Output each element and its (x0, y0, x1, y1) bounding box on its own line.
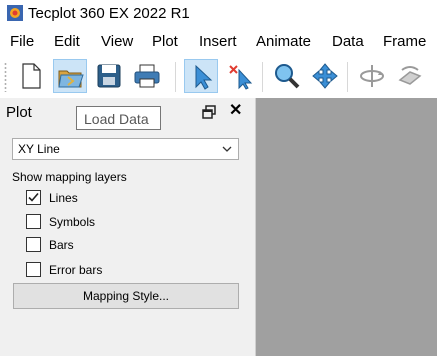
error-bars-label: Error bars (49, 263, 103, 277)
mapping-layers-label: Show mapping layers (12, 170, 127, 184)
new-layout-button[interactable] (14, 59, 48, 93)
plot-type-select[interactable]: XY Line (12, 138, 239, 160)
menu-insert[interactable]: Insert (199, 33, 237, 50)
load-data-button[interactable] (53, 59, 87, 93)
mapping-style-button[interactable]: Mapping Style... (13, 283, 239, 309)
rotate-3d-button[interactable] (393, 59, 427, 93)
adjustor-pointer-icon (229, 65, 253, 90)
error-bars-checkbox[interactable] (26, 262, 41, 277)
printer-icon (134, 64, 160, 88)
toolbar-separator (262, 62, 263, 92)
load-data-tooltip: Load Data (76, 106, 161, 130)
print-button[interactable] (130, 59, 164, 93)
close-icon[interactable]: ✕ (229, 103, 242, 119)
bars-label: Bars (49, 238, 74, 252)
toolbar-grip[interactable] (4, 62, 7, 92)
workspace-area[interactable] (256, 98, 437, 356)
move-arrows-icon (312, 63, 338, 89)
symbols-checkbox[interactable] (26, 214, 41, 229)
save-disk-icon (97, 64, 121, 88)
tooltip-text: Load Data (84, 111, 149, 127)
lines-label: Lines (49, 191, 78, 205)
menu-view[interactable]: View (101, 33, 133, 50)
menu-animate[interactable]: Animate (256, 33, 311, 50)
lines-checkbox[interactable] (26, 190, 41, 205)
toolbar-overflow[interactable] (428, 59, 437, 93)
toolbar (0, 56, 437, 98)
float-panel-icon[interactable] (202, 105, 216, 119)
plot-panel: Plot ✕ XY Line Show mapping layers Lines… (0, 98, 255, 356)
symbols-label: Symbols (49, 215, 96, 229)
window-title: Tecplot 360 EX 2022 R1 (28, 5, 190, 22)
menu-edit[interactable]: Edit (54, 33, 80, 50)
plot-type-value: XY Line (18, 142, 60, 156)
rotate-icon (360, 65, 384, 87)
menu-data[interactable]: Data (332, 33, 364, 50)
menu-bar: File Edit View Plot Insert Animate Data … (0, 28, 437, 56)
adjustor-button[interactable] (224, 59, 258, 93)
panel-title: Plot (6, 104, 32, 121)
toolbar-separator (175, 62, 176, 92)
zoom-button[interactable] (270, 59, 304, 93)
save-button[interactable] (92, 59, 126, 93)
toolbar-separator (347, 62, 348, 92)
magnifier-icon (275, 64, 300, 89)
rotate-3d-icon (398, 66, 422, 85)
menu-plot[interactable]: Plot (152, 33, 178, 50)
rotate-button[interactable] (355, 59, 389, 93)
mapping-style-label: Mapping Style... (82, 289, 170, 303)
tecplot-logo-icon (7, 5, 23, 21)
open-folder-icon (58, 70, 84, 88)
new-document-icon (22, 63, 41, 89)
bars-checkbox[interactable] (26, 237, 41, 252)
arrow-pointer-icon (195, 64, 213, 90)
translate-button[interactable] (308, 59, 342, 93)
selector-button[interactable] (184, 59, 218, 93)
menu-frame[interactable]: Frame (383, 33, 426, 50)
checkmark-icon (28, 192, 39, 202)
chevron-down-icon (222, 146, 232, 152)
menu-file[interactable]: File (10, 33, 34, 50)
title-bar: Tecplot 360 EX 2022 R1 (0, 0, 437, 28)
